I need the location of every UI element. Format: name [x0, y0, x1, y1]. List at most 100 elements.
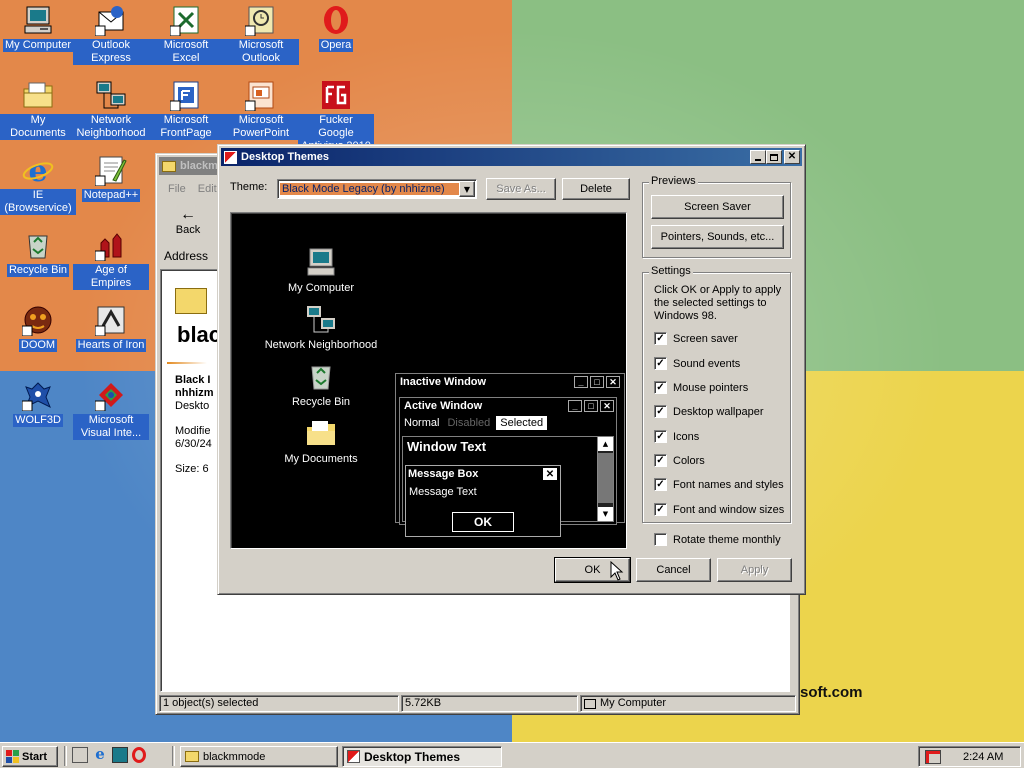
visual-interdev-icon — [95, 383, 123, 411]
checkbox-rotate-monthly[interactable]: Rotate theme monthly — [654, 533, 781, 546]
wallpaper-text: soft.com — [800, 684, 863, 701]
checkbox-mouse-pointers[interactable]: ✓ Mouse pointers — [654, 381, 748, 394]
apply-button[interactable]: Apply — [717, 558, 792, 582]
taskbar: Start e blackmmode Desktop Themes 2:24 A… — [0, 742, 1024, 768]
delete-button[interactable]: Delete — [562, 178, 630, 200]
close-button[interactable]: ✕ — [784, 150, 800, 164]
desktop-icon-my-documents[interactable]: My Documents — [0, 79, 76, 140]
preview-active-titlebar: Active Window _ □ ✕ — [400, 398, 616, 414]
ie-icon[interactable]: e — [92, 747, 108, 763]
desktop-icon-recycle-bin[interactable]: Recycle Bin — [0, 229, 76, 277]
checkbox-sound-events[interactable]: ✓ Sound events — [654, 357, 740, 370]
task-button-desktop-themes[interactable]: Desktop Themes — [342, 746, 502, 767]
pointers-sounds-button[interactable]: Pointers, Sounds, etc... — [651, 225, 784, 249]
cancel-button[interactable]: Cancel — [636, 558, 711, 582]
back-button[interactable]: ← Back — [164, 206, 212, 244]
desktop-icon-hearts-of-iron[interactable]: Hearts of Iron — [73, 304, 149, 352]
computer-icon — [24, 6, 52, 34]
computer-small-icon — [584, 698, 596, 709]
preview-icon-my-computer: My Computer — [261, 246, 381, 294]
checkbox-font-names[interactable]: ✓ Font names and styles — [654, 478, 784, 491]
outlook-express-icon — [95, 6, 124, 36]
check-icon: ✓ — [654, 503, 667, 516]
status-selected: 1 object(s) selected — [159, 695, 399, 712]
mouse-cursor-icon — [610, 561, 624, 581]
display-settings-icon[interactable] — [925, 749, 941, 764]
desktop-icon-microsoft-powerpoint[interactable]: Microsoft PowerPoint — [223, 79, 299, 140]
age-of-empires-icon — [95, 233, 122, 261]
taskbar-divider — [172, 746, 175, 766]
checkbox-screen-saver[interactable]: ✓ Screen saver — [654, 332, 738, 345]
opera-icon[interactable] — [132, 747, 146, 763]
preview-ok-button: OK — [452, 512, 514, 532]
address-label: Address — [164, 249, 209, 263]
ie-icon: e — [22, 154, 54, 186]
check-icon: ✓ — [654, 405, 667, 418]
desktop-icon-outlook-express[interactable]: Outlook Express — [73, 4, 149, 65]
desktop-icon-network-neighborhood[interactable]: Network Neighborhood — [73, 79, 149, 140]
themes-icon — [347, 750, 360, 763]
opera-icon — [324, 6, 348, 34]
desktop-icon-age-of-empires[interactable]: Age of Empires — [73, 229, 149, 290]
desktop-icon-ie-browservice[interactable]: e IE (Browservice) — [0, 154, 76, 215]
desktop-icon-my-computer[interactable]: My Computer — [0, 4, 76, 52]
desktop-icon-opera[interactable]: Opera — [298, 4, 374, 52]
preview-menubar: Normal Disabled Selected — [400, 414, 616, 432]
preview-scrollbar: ▲ ▼ — [597, 437, 613, 521]
task-button-blackmmode[interactable]: blackmmode — [180, 746, 338, 767]
check-icon: ✓ — [654, 430, 667, 443]
desktop-icon-microsoft-excel[interactable]: Microsoft Excel — [148, 4, 224, 65]
screen-saver-button[interactable]: Screen Saver — [651, 195, 784, 219]
preview-icon-recycle-bin: Recycle Bin — [261, 360, 381, 408]
explorer-title: blackm — [180, 160, 218, 172]
recycle-bin-icon — [28, 235, 48, 259]
desktop-icon-microsoft-outlook[interactable]: Microsoft Outlook — [223, 4, 299, 65]
preview-message-box: Message Box ✕ Message Text OK — [405, 465, 561, 537]
clock[interactable]: 2:24 AM — [963, 751, 1003, 763]
taskbar-divider — [64, 746, 67, 766]
dialog-titlebar[interactable]: Desktop Themes ✕ — [221, 148, 802, 166]
minimize-icon: _ — [568, 400, 582, 412]
preview-icon-network: Network Neighborhood — [241, 303, 401, 351]
previews-group: Previews Screen Saver Pointers, Sounds, … — [642, 175, 791, 258]
channels-icon[interactable] — [112, 747, 128, 763]
doom-icon — [22, 306, 52, 336]
minimize-button[interactable] — [750, 150, 766, 164]
desktop-icon-notepad-plus-plus[interactable]: Notepad++ — [73, 154, 149, 202]
maximize-icon: □ — [584, 400, 598, 412]
desktop-icon-wolf3d[interactable]: WOLF3D — [0, 379, 76, 427]
save-as-button[interactable]: Save As... — [486, 178, 556, 200]
checkbox-colors[interactable]: ✓ Colors — [654, 454, 705, 467]
desktop-icon-visual-interdev[interactable]: Microsoft Visual Inte... — [73, 379, 149, 440]
check-icon: ✓ — [654, 357, 667, 370]
checkbox-font-sizes[interactable]: ✓ Font and window sizes — [654, 503, 784, 516]
desktop-icon-microsoft-frontpage[interactable]: Microsoft FrontPage — [148, 79, 224, 140]
menu-file[interactable]: File — [168, 183, 186, 195]
maximize-icon: □ — [590, 376, 604, 388]
checkbox-icons[interactable]: ✓ Icons — [654, 430, 699, 443]
start-button[interactable]: Start — [2, 746, 58, 767]
desktop-themes-dialog[interactable]: Desktop Themes ✕ Theme: Black Mode Legac… — [217, 144, 806, 595]
folder-heading: blac — [177, 322, 222, 347]
menu-edit[interactable]: Edit — [198, 183, 217, 195]
scroll-up-icon: ▲ — [598, 437, 613, 451]
show-desktop-icon[interactable] — [72, 747, 88, 763]
theme-label: Theme: — [230, 181, 268, 193]
minimize-icon: _ — [574, 376, 588, 388]
explorer-menubar: File Edit — [160, 178, 220, 200]
maximize-button[interactable] — [766, 150, 782, 164]
checkbox-desktop-wallpaper[interactable]: ✓ Desktop wallpaper — [654, 405, 764, 418]
documents-folder-icon — [307, 421, 335, 445]
folder-info: Black I nhhizm Deskto Modifie 6/30/24 Si… — [175, 374, 214, 475]
desktop-icon-doom[interactable]: DOOM — [0, 304, 76, 352]
folder-icon — [185, 751, 199, 762]
check-icon: ✓ — [654, 381, 667, 394]
check-icon: ✓ — [654, 478, 667, 491]
theme-select[interactable]: Black Mode Legacy (by nhhizme) ▼ — [277, 179, 477, 199]
settings-group: Settings Click OK or Apply to apply the … — [642, 265, 791, 523]
documents-folder-icon — [23, 82, 53, 108]
svg-text:e: e — [28, 154, 47, 186]
folder-icon — [162, 160, 176, 172]
chevron-down-icon[interactable]: ▼ — [459, 181, 475, 197]
desktop-icon-antivirus[interactable]: Fucker Google Antivirus 2010 — [298, 79, 374, 153]
